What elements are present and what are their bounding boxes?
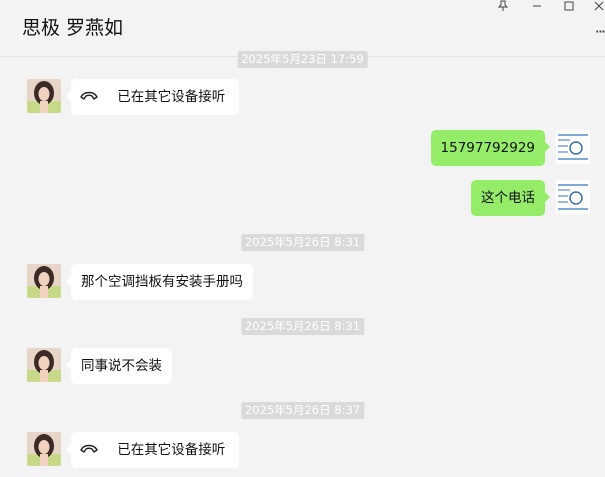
close-icon[interactable] <box>584 0 605 16</box>
avatar[interactable] <box>27 432 61 466</box>
timestamp: 2025年5月26日 8:37 <box>240 402 365 419</box>
call-status-text: 已在其它设备接听 <box>117 89 226 105</box>
avatar[interactable] <box>27 79 61 113</box>
more-menu-icon[interactable]: ··· <box>595 22 605 41</box>
call-message-bubble[interactable]: 已在其它设备接听 <box>65 432 240 468</box>
message-text: 同事说不会装 <box>81 358 162 374</box>
avatar[interactable] <box>27 264 61 298</box>
chat-title: 思极 罗燕如 <box>22 17 124 39</box>
message-text: 15797792929 <box>440 140 535 156</box>
message-text: 这个电话 <box>481 190 535 206</box>
pin-icon[interactable] <box>488 0 518 16</box>
minimize-icon[interactable] <box>522 0 552 16</box>
message-bubble-other[interactable]: 同事说不会装 <box>66 348 172 384</box>
phone-hangup-icon <box>79 440 99 460</box>
title-bar: 思极 罗燕如 ··· <box>0 0 605 57</box>
self-avatar[interactable] <box>556 180 590 214</box>
timestamp: 2025年5月23日 17:59 <box>237 51 368 68</box>
call-message-bubble[interactable]: 已在其它设备接听 <box>65 79 240 115</box>
self-avatar[interactable] <box>556 130 590 164</box>
message-text: 那个空调挡板有安装手册吗 <box>81 274 243 290</box>
phone-hangup-icon <box>79 87 99 107</box>
maximize-icon[interactable] <box>554 0 584 16</box>
timestamp: 2025年5月26日 8:31 <box>240 318 365 335</box>
message-bubble-other[interactable]: 那个空调挡板有安装手册吗 <box>66 264 253 300</box>
message-bubble-self[interactable]: 15797792929 <box>430 130 551 166</box>
call-status-text: 已在其它设备接听 <box>117 442 226 458</box>
avatar[interactable] <box>27 348 61 382</box>
timestamp: 2025年5月26日 8:31 <box>240 234 365 251</box>
message-bubble-self[interactable]: 这个电话 <box>471 180 550 216</box>
